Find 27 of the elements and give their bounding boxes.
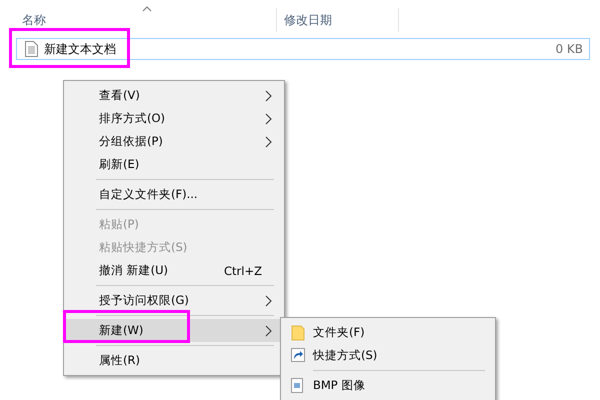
- menu-item[interactable]: 新建(W): [66, 319, 282, 342]
- menu-item[interactable]: 分组依据(P): [66, 130, 282, 153]
- menu-item[interactable]: 文件夹(F): [283, 321, 493, 344]
- menu-item[interactable]: BMP 图像: [283, 374, 493, 397]
- shortcut-arrow-icon: [291, 348, 305, 362]
- menu-item[interactable]: 查看(V): [66, 84, 282, 107]
- menu-item[interactable]: 快捷方式(S): [283, 344, 493, 367]
- column-header[interactable]: 名称: [22, 12, 46, 28]
- folder-icon: [291, 325, 305, 341]
- menu-item[interactable]: 刷新(E): [66, 153, 282, 176]
- chevron-right-icon: [265, 324, 272, 336]
- file-size: 0 KB: [555, 42, 583, 56]
- chevron-right-icon: [265, 90, 272, 102]
- chevron-right-icon: [265, 294, 272, 306]
- menu-item[interactable]: 排序方式(O): [66, 107, 282, 130]
- column-header[interactable]: 修改日期: [284, 12, 332, 28]
- file-name: 新建文本文档: [44, 40, 116, 58]
- image-file-icon: [291, 378, 303, 393]
- chevron-right-icon: [265, 112, 272, 124]
- chevron-right-icon: [265, 136, 272, 148]
- menu-item[interactable]: 撤消 新建(U) Ctrl+Z: [66, 259, 282, 282]
- shortcut-text: Ctrl+Z: [224, 264, 262, 278]
- menu-item[interactable]: 授予访问权限(G): [66, 289, 282, 312]
- menu-item[interactable]: 属性(R): [66, 349, 282, 372]
- file-row[interactable]: 新建文本文档 0 KB: [16, 38, 590, 60]
- text-file-icon: [25, 41, 38, 57]
- menu-item[interactable]: 自定义文件夹(F)...: [66, 183, 282, 206]
